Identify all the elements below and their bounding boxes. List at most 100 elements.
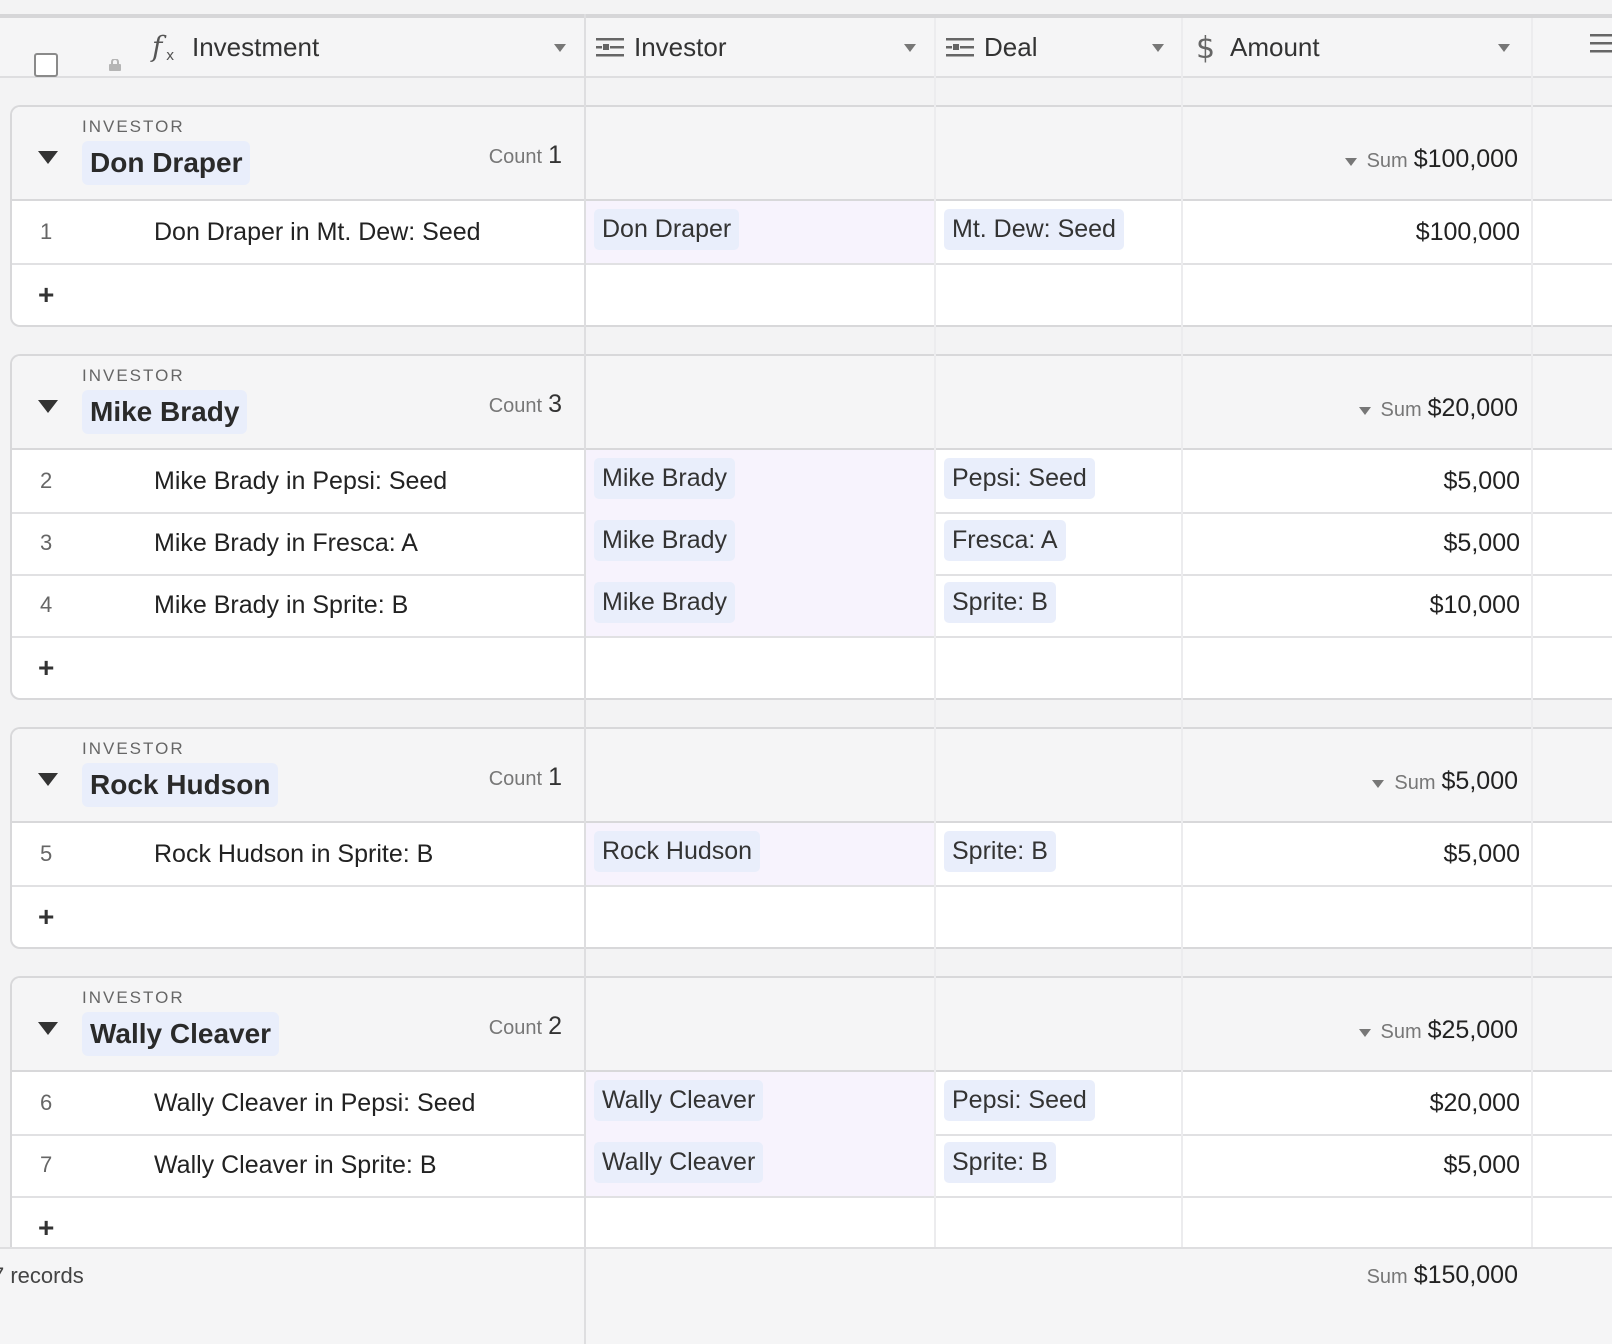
chevron-down-icon[interactable] [904, 44, 916, 52]
investment-cell[interactable]: Wally Cleaver in Pepsi: Seed [154, 1089, 475, 1118]
row-number: 1 [40, 219, 53, 244]
investor-chip[interactable]: Mike Brady [594, 582, 736, 623]
investor-chip[interactable]: Wally Cleaver [594, 1142, 764, 1183]
group-sum[interactable]: Sum $100,000 [1328, 145, 1518, 174]
chevron-down-icon[interactable] [1358, 406, 1371, 415]
column-menu-icon[interactable] [1590, 32, 1612, 60]
group-header[interactable]: INVESTOR Mike Brady Count 3 Sum $20,000 [12, 356, 1612, 450]
amount-cell[interactable]: $5,000 [1328, 529, 1520, 558]
column-divider [1181, 18, 1183, 1247]
group-field-label: INVESTOR [82, 366, 185, 385]
formula-icon: fx [150, 30, 174, 64]
group-don-draper: INVESTOR Don Draper Count 1 Sum $100,000 1… [10, 105, 1612, 327]
group-name: Rock Hudson [82, 763, 279, 807]
svg-text:f: f [150, 30, 167, 63]
lock-icon [109, 59, 121, 71]
chevron-down-icon[interactable] [554, 44, 566, 52]
investor-chip[interactable]: Wally Cleaver [594, 1080, 764, 1121]
group-rock-hudson: INVESTOR Rock Hudson Count 1 Sum $5,000 5 … [10, 727, 1612, 949]
investment-cell[interactable]: Wally Cleaver in Sprite: B [154, 1151, 437, 1180]
column-divider [934, 18, 936, 1247]
link-icon [946, 38, 974, 57]
group-sum[interactable]: Sum $5,000 [1328, 767, 1518, 796]
column-label-investor: Investor [634, 31, 727, 62]
chevron-down-icon[interactable] [1372, 779, 1385, 788]
investor-chip[interactable]: Mike Brady [594, 520, 736, 561]
group-name: Don Draper [82, 141, 251, 185]
investment-cell[interactable]: Rock Hudson in Sprite: B [154, 840, 433, 869]
collapse-triangle-icon[interactable] [38, 400, 58, 413]
amount-cell[interactable]: $5,000 [1328, 467, 1520, 496]
group-count: Count 1 [488, 763, 562, 791]
chevron-down-icon[interactable] [1344, 157, 1357, 166]
group-count: Count 1 [488, 141, 562, 169]
group-count: Count 2 [488, 1012, 562, 1040]
add-row-button[interactable]: + [12, 887, 1612, 947]
table-row[interactable]: 7 Wally Cleaver in Sprite: B Wally Cleav… [12, 1134, 1612, 1198]
chevron-down-icon[interactable] [1498, 44, 1510, 52]
investor-chip[interactable]: Don Draper [594, 209, 740, 250]
column-header-investment[interactable]: fx Investment [150, 18, 570, 76]
add-row-button[interactable]: + [12, 265, 1612, 325]
row-number: 4 [40, 592, 53, 617]
deal-chip[interactable]: Mt. Dew: Seed [944, 209, 1124, 250]
column-header-deal[interactable]: Deal [946, 18, 1176, 76]
add-row-button[interactable]: + [12, 638, 1612, 698]
group-header[interactable]: INVESTOR Rock Hudson Count 1 Sum $5,000 [12, 729, 1612, 823]
amount-cell[interactable]: $100,000 [1328, 218, 1520, 247]
plus-icon: + [38, 1212, 55, 1243]
amount-cell[interactable]: $5,000 [1328, 1151, 1520, 1180]
group-header[interactable]: INVESTOR Don Draper Count 1 Sum $100,000 [12, 107, 1612, 201]
column-divider [584, 1249, 586, 1344]
svg-text:$: $ [1196, 31, 1215, 63]
table-row[interactable]: 6 Wally Cleaver in Pepsi: Seed Wally Cle… [12, 1072, 1612, 1136]
chevron-down-icon[interactable] [1358, 1028, 1371, 1037]
investment-cell[interactable]: Mike Brady in Sprite: B [154, 591, 408, 620]
row-number: 3 [40, 530, 53, 555]
column-label-amount: Amount [1230, 31, 1320, 62]
deal-chip[interactable]: Sprite: B [944, 582, 1056, 623]
deal-chip[interactable]: Sprite: B [944, 1142, 1056, 1183]
deal-chip[interactable]: Pepsi: Seed [944, 1080, 1095, 1121]
record-count: 7 records [0, 1263, 84, 1288]
group-mike-brady: INVESTOR Mike Brady Count 3 Sum $20,000 2 … [10, 354, 1612, 700]
plus-icon: + [38, 901, 55, 932]
column-header-investor[interactable]: Investor [596, 18, 926, 76]
table-row[interactable]: 5 Rock Hudson in Sprite: B Rock Hudson S… [12, 823, 1612, 887]
column-header-amount[interactable]: $ Amount [1196, 18, 1526, 76]
link-icon [596, 38, 624, 57]
table-row[interactable]: 3 Mike Brady in Fresca: A Mike Brady Fre… [12, 512, 1612, 576]
investment-cell[interactable]: Mike Brady in Fresca: A [154, 529, 418, 558]
group-sum[interactable]: Sum $20,000 [1328, 394, 1518, 423]
column-label-deal: Deal [984, 31, 1038, 62]
group-name: Wally Cleaver [82, 1012, 280, 1056]
deal-chip[interactable]: Pepsi: Seed [944, 458, 1095, 499]
table-row[interactable]: 4 Mike Brady in Sprite: B Mike Brady Spr… [12, 574, 1612, 638]
investment-cell[interactable]: Mike Brady in Pepsi: Seed [154, 467, 447, 496]
deal-chip[interactable]: Sprite: B [944, 831, 1056, 872]
deal-chip[interactable]: Fresca: A [944, 520, 1066, 561]
amount-cell[interactable]: $5,000 [1328, 840, 1520, 869]
chevron-down-icon[interactable] [1152, 44, 1164, 52]
investor-chip[interactable]: Mike Brady [594, 458, 736, 499]
column-divider [1531, 18, 1533, 1247]
group-sum[interactable]: Sum $25,000 [1328, 1016, 1518, 1045]
row-number: 6 [40, 1090, 53, 1115]
group-name: Mike Brady [82, 390, 248, 434]
investment-cell[interactable]: Don Draper in Mt. Dew: Seed [154, 218, 481, 247]
table-row[interactable]: 1 Don Draper in Mt. Dew: Seed Don Draper… [12, 201, 1612, 265]
footer-sum[interactable]: Sum $150,000 [1320, 1261, 1518, 1290]
collapse-triangle-icon[interactable] [38, 773, 58, 786]
column-divider [584, 14, 586, 1342]
group-count: Count 3 [488, 390, 562, 418]
select-all-checkbox[interactable] [34, 53, 58, 77]
collapse-triangle-icon[interactable] [38, 1022, 58, 1035]
collapse-triangle-icon[interactable] [38, 151, 58, 164]
amount-cell[interactable]: $20,000 [1328, 1089, 1520, 1118]
investor-chip[interactable]: Rock Hudson [594, 831, 761, 872]
plus-icon: + [38, 279, 55, 310]
group-field-label: INVESTOR [82, 988, 185, 1007]
amount-cell[interactable]: $10,000 [1328, 591, 1520, 620]
group-header[interactable]: INVESTOR Wally Cleaver Count 2 Sum $25,000 [12, 978, 1612, 1072]
table-row[interactable]: 2 Mike Brady in Pepsi: Seed Mike Brady P… [12, 450, 1612, 514]
